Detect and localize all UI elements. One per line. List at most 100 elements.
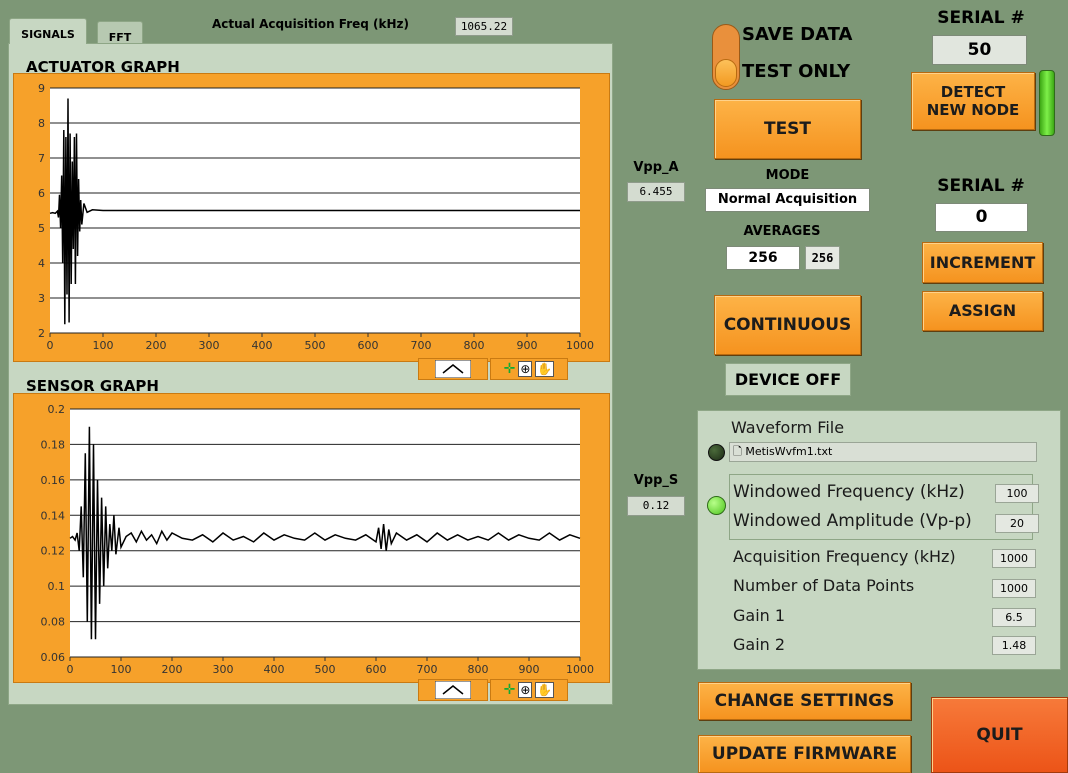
waveform-file-label: Waveform File bbox=[731, 418, 845, 437]
quit-button[interactable]: QUIT bbox=[931, 697, 1068, 773]
gain2-value[interactable]: 1.48 bbox=[992, 636, 1036, 655]
switch-knob bbox=[715, 59, 737, 87]
tab-fft[interactable]: FFT bbox=[97, 21, 143, 44]
x-tick-label: 900 bbox=[517, 339, 538, 352]
gain1-value[interactable]: 6.5 bbox=[992, 608, 1036, 627]
continuous-button[interactable]: CONTINUOUS bbox=[714, 295, 861, 355]
windowed-freq-value[interactable]: 100 bbox=[995, 484, 1039, 503]
x-tick-label: 1000 bbox=[566, 663, 594, 676]
x-tick-label: 0 bbox=[47, 339, 54, 352]
device-status: DEVICE OFF bbox=[725, 363, 851, 396]
y-tick-label: 6 bbox=[38, 187, 45, 200]
windowed-freq-label: Windowed Frequency (kHz) bbox=[733, 482, 965, 502]
plot-area bbox=[70, 409, 580, 657]
acq-freq-value: 1065.22 bbox=[455, 17, 513, 36]
sensor-scale-button[interactable] bbox=[418, 679, 488, 701]
actuator-graph-tools: ✛ ⊕ ✋ bbox=[418, 358, 568, 380]
x-tick-label: 500 bbox=[305, 339, 326, 352]
y-tick-label: 0.18 bbox=[41, 438, 66, 451]
x-tick-label: 600 bbox=[358, 339, 379, 352]
acq-freq-setting-value[interactable]: 1000 bbox=[992, 549, 1036, 568]
y-tick-label: 0.08 bbox=[41, 616, 66, 629]
change-settings-button[interactable]: CHANGE SETTINGS bbox=[698, 682, 911, 720]
zoom-icon[interactable]: ⊕ bbox=[518, 361, 533, 377]
vpp-s-value: 0.12 bbox=[627, 496, 685, 516]
x-tick-label: 1000 bbox=[566, 339, 594, 352]
y-tick-label: 9 bbox=[38, 82, 45, 95]
mode-select[interactable]: Normal Acquisition bbox=[705, 188, 870, 212]
crosshair-icon[interactable]: ✛ bbox=[504, 682, 516, 698]
chevron-up-icon bbox=[435, 681, 471, 699]
x-tick-label: 100 bbox=[111, 663, 132, 676]
save-data-label: SAVE DATA bbox=[742, 24, 853, 45]
data-points-value[interactable]: 1000 bbox=[992, 579, 1036, 598]
actuator-graph-frame: 2 3 4 5 6 7 8 9 0 100 200 300 400 500 600 700 800 900 1000 bbox=[13, 73, 610, 362]
gain2-label: Gain 2 bbox=[733, 635, 786, 654]
y-tick-label: 0.16 bbox=[41, 474, 66, 487]
y-tick-label: 8 bbox=[38, 117, 45, 130]
sensor-palette[interactable]: ✛ ⊕ ✋ bbox=[490, 679, 568, 701]
detect-new-node-button[interactable]: DETECT NEW NODE bbox=[911, 72, 1035, 130]
windowed-led bbox=[707, 496, 726, 515]
x-tick-label: 800 bbox=[464, 339, 485, 352]
waveform-file-led bbox=[708, 444, 725, 461]
x-tick-label: 700 bbox=[417, 663, 438, 676]
save-test-switch[interactable] bbox=[712, 24, 740, 90]
vpp-a-value: 6.455 bbox=[627, 182, 685, 202]
sensor-graph[interactable]: 0.06 0.08 0.1 0.12 0.14 0.16 0.18 0.2 0 100 200 300… bbox=[14, 394, 611, 684]
actuator-palette[interactable]: ✛ ⊕ ✋ bbox=[490, 358, 568, 380]
x-tick-label: 400 bbox=[264, 663, 285, 676]
y-tick-label: 0.06 bbox=[41, 651, 66, 664]
chevron-up-icon bbox=[435, 360, 471, 378]
y-tick-label: 2 bbox=[38, 327, 45, 340]
y-tick-label: 7 bbox=[38, 152, 45, 165]
serial-top-value: 50 bbox=[932, 35, 1027, 65]
zoom-icon[interactable]: ⊕ bbox=[518, 682, 533, 698]
test-only-label: TEST ONLY bbox=[742, 61, 851, 82]
windowed-amp-value[interactable]: 20 bbox=[995, 514, 1039, 533]
increment-button[interactable]: INCREMENT bbox=[922, 242, 1043, 283]
assign-button[interactable]: ASSIGN bbox=[922, 291, 1043, 331]
windowed-amp-label: Windowed Amplitude (Vp-p) bbox=[733, 511, 972, 531]
actuator-scale-button[interactable] bbox=[418, 358, 488, 380]
file-icon: 🗋 bbox=[733, 445, 742, 458]
mode-label: MODE bbox=[765, 168, 810, 183]
y-tick-label: 5 bbox=[38, 222, 45, 235]
acq-freq-setting-label: Acquisition Frequency (kHz) bbox=[733, 547, 956, 566]
averages-input[interactable]: 256 bbox=[726, 246, 800, 270]
serial-bottom-input[interactable]: 0 bbox=[935, 203, 1028, 232]
sensor-graph-tools: ✛ ⊕ ✋ bbox=[418, 679, 568, 701]
update-firmware-button[interactable]: UPDATE FIRMWARE bbox=[698, 735, 911, 773]
x-tick-label: 500 bbox=[315, 663, 336, 676]
averages-label: AVERAGES bbox=[743, 224, 821, 239]
x-tick-label: 0 bbox=[67, 663, 74, 676]
averages-indicator: 256 bbox=[805, 246, 840, 270]
hand-icon[interactable]: ✋ bbox=[535, 361, 555, 377]
hand-icon[interactable]: ✋ bbox=[535, 682, 555, 698]
x-tick-label: 300 bbox=[213, 663, 234, 676]
waveform-file-path[interactable]: 🗋 MetisWvfm1.txt bbox=[729, 442, 1037, 462]
tab-signals[interactable]: SIGNALS bbox=[9, 18, 87, 44]
y-tick-label: 4 bbox=[38, 257, 45, 270]
vpp-s-label: Vpp_S bbox=[633, 473, 679, 488]
x-tick-label: 700 bbox=[411, 339, 432, 352]
x-tick-label: 600 bbox=[366, 663, 387, 676]
detect-led bbox=[1039, 70, 1055, 136]
x-tick-label: 300 bbox=[199, 339, 220, 352]
x-tick-label: 200 bbox=[162, 663, 183, 676]
test-button[interactable]: TEST bbox=[714, 99, 861, 159]
serial-top-label: SERIAL # bbox=[937, 8, 1025, 28]
y-tick-label: 3 bbox=[38, 292, 45, 305]
vpp-a-label: Vpp_A bbox=[633, 160, 679, 175]
gain1-label: Gain 1 bbox=[733, 606, 786, 625]
crosshair-icon[interactable]: ✛ bbox=[504, 361, 516, 377]
y-tick-label: 0.2 bbox=[48, 403, 66, 416]
x-tick-label: 900 bbox=[519, 663, 540, 676]
actuator-graph[interactable]: 2 3 4 5 6 7 8 9 0 100 200 300 400 500 600 700 800 900 1000 bbox=[14, 74, 611, 363]
waveform-file-name: MetisWvfm1.txt bbox=[745, 445, 833, 458]
x-tick-label: 800 bbox=[468, 663, 489, 676]
x-tick-label: 100 bbox=[93, 339, 114, 352]
serial-bottom-label: SERIAL # bbox=[937, 176, 1025, 196]
y-tick-label: 0.14 bbox=[41, 509, 66, 522]
x-tick-label: 400 bbox=[252, 339, 273, 352]
